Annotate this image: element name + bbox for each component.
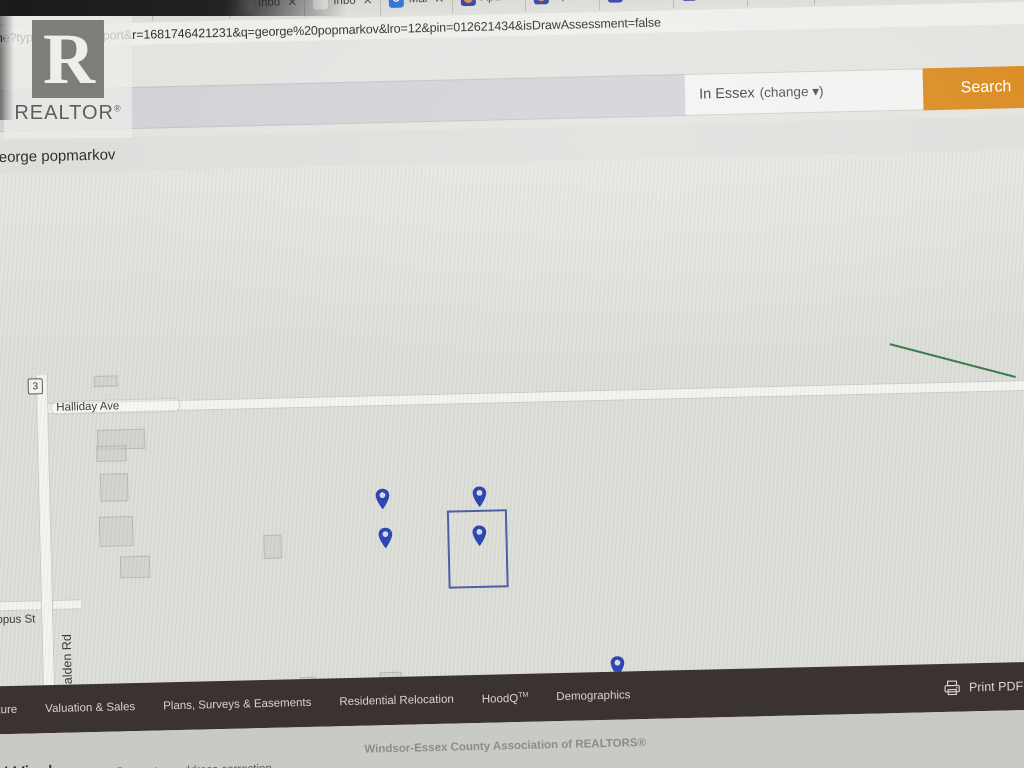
building-footprint bbox=[263, 534, 282, 559]
nav-item-label: Residential Relocation bbox=[339, 693, 454, 709]
property-pin-4[interactable] bbox=[471, 525, 488, 547]
gmail-icon: M bbox=[313, 0, 329, 10]
browser-tab[interactable]: Apa✕ bbox=[673, 0, 748, 9]
tab-title: Inbo bbox=[257, 0, 281, 9]
tab-close-icon[interactable]: ✕ bbox=[212, 0, 222, 11]
route-shield: 3 bbox=[27, 378, 43, 395]
building-footprint bbox=[93, 375, 118, 387]
search-scope-label: In Essex bbox=[698, 85, 755, 103]
speaker-mute-icon: ◂ bbox=[107, 0, 124, 15]
nav-item-label: ture bbox=[0, 703, 18, 717]
browser-tab[interactable]: Apa ✕ bbox=[451, 0, 527, 14]
nav-item-list[interactable]: ture Valuation & Sales Plans, Surveys & Ea… bbox=[0, 689, 645, 717]
change-scope-link[interactable]: (change ▾) bbox=[760, 84, 824, 101]
suggest-address-correction-link[interactable]: Suggest an address correction bbox=[116, 763, 272, 768]
property-pin-3[interactable] bbox=[377, 527, 394, 549]
current-query: george popmarkov bbox=[0, 145, 116, 166]
street-label: Malden Rd bbox=[59, 634, 76, 687]
tab-title: D bbox=[66, 1, 76, 14]
tab-title: Apa bbox=[554, 0, 575, 2]
nav-item-label: Demographics bbox=[556, 689, 631, 704]
tab-close-icon[interactable]: ✕ bbox=[581, 0, 591, 2]
tab-title: Free bbox=[181, 0, 205, 11]
selected-parcel-outline[interactable] bbox=[446, 509, 509, 589]
nav-item[interactable]: Residential Relocation bbox=[325, 693, 468, 709]
browser-tab[interactable]: M Inbo ✕ bbox=[304, 0, 382, 17]
realtor-wordmark-text: REALTOR bbox=[14, 102, 114, 124]
building-footprint bbox=[99, 473, 129, 502]
tab-close-icon[interactable]: ✕ bbox=[287, 0, 297, 9]
tab-close-icon[interactable]: ✕ bbox=[656, 0, 666, 1]
mountain-icon: ▲ bbox=[160, 0, 177, 13]
browser-window: STgir✕DD✕◂✕▲Free✕MInbo✕MInbo✕OMai✕Apa✕Ap… bbox=[0, 0, 1024, 768]
property-pin-2[interactable] bbox=[471, 486, 488, 508]
realtor-wordmark: REALTOR® bbox=[14, 102, 121, 125]
building-footprint bbox=[98, 516, 134, 547]
nav-item-label: Plans, Surveys & Easements bbox=[163, 696, 312, 713]
browser-tab[interactable]: M Inbo ✕ bbox=[229, 0, 306, 19]
registered-mark: ® bbox=[113, 103, 122, 114]
nav-item[interactable]: HoodQTM bbox=[468, 691, 543, 706]
tab-close-icon[interactable]: ✕ bbox=[363, 0, 373, 8]
tab-close-icon[interactable]: ✕ bbox=[135, 0, 145, 13]
nav-item[interactable]: Valuation & Sales bbox=[31, 701, 149, 716]
print-pdf-label: Print PDF bbox=[968, 679, 1024, 695]
nav-item[interactable]: Demographics bbox=[542, 689, 644, 703]
nav-item[interactable]: Plans, Surveys & Easements bbox=[149, 697, 326, 713]
tab-title: Mai bbox=[409, 0, 428, 5]
nav-item-label: HoodQ bbox=[481, 692, 519, 706]
tab-title: Apa bbox=[480, 0, 501, 4]
realtor-logo-icon: R bbox=[32, 20, 104, 98]
nav-item-label: Valuation & Sales bbox=[45, 701, 136, 716]
association-credit: Windsor-Essex County Association of REAL… bbox=[364, 737, 647, 756]
outlook-icon: O bbox=[388, 0, 404, 8]
printer-icon bbox=[943, 680, 961, 696]
realtor-globe-icon bbox=[460, 0, 476, 6]
realtor-watermark: R REALTOR® bbox=[4, 14, 132, 138]
browser-tab[interactable]: ▲ Free ✕ bbox=[152, 0, 231, 21]
tab-close-icon[interactable]: ✕ bbox=[434, 0, 444, 6]
print-pdf-button[interactable]: Print PDF bbox=[943, 677, 1024, 696]
tab-close-icon[interactable]: ✕ bbox=[508, 0, 518, 4]
tab-title: Inbo bbox=[333, 0, 356, 8]
site-header: In Essex (change ▾) Search george popmar… bbox=[0, 23, 1024, 177]
search-button[interactable]: Search bbox=[922, 65, 1024, 111]
browser-tab[interactable]: O Mai ✕ bbox=[380, 0, 453, 16]
building-footprint bbox=[119, 555, 151, 579]
tab-close-icon[interactable]: ✕ bbox=[82, 0, 92, 14]
property-map[interactable]: 3 Halliday Ave Chappus St Malden Rd bbox=[0, 151, 1024, 687]
browser-tab[interactable]: ●Re✕ bbox=[747, 0, 816, 7]
screen-photo: STgir✕DD✕◂✕▲Free✕MInbo✕MInbo✕OMai✕Apa✕Ap… bbox=[0, 0, 1024, 768]
realtor-globe-icon bbox=[607, 0, 623, 3]
browser-tab[interactable]: Apa ✕ bbox=[525, 0, 600, 12]
street-label: Chappus St bbox=[0, 613, 36, 627]
gmail-icon: M bbox=[237, 0, 254, 11]
property-pin-1[interactable] bbox=[374, 488, 391, 510]
browser-tab[interactable]: Villa✕ bbox=[598, 0, 675, 10]
realtor-globe-icon bbox=[533, 0, 549, 4]
footer-city: Windsor bbox=[5, 761, 83, 768]
map-surface bbox=[0, 151, 1024, 687]
nav-item[interactable]: ture bbox=[0, 703, 31, 716]
search-scope-selector[interactable]: In Essex (change ▾) bbox=[684, 68, 924, 116]
nav-item-superscript: TM bbox=[518, 691, 529, 699]
building-footprint bbox=[96, 445, 127, 462]
street-label: Halliday Ave bbox=[56, 400, 120, 414]
